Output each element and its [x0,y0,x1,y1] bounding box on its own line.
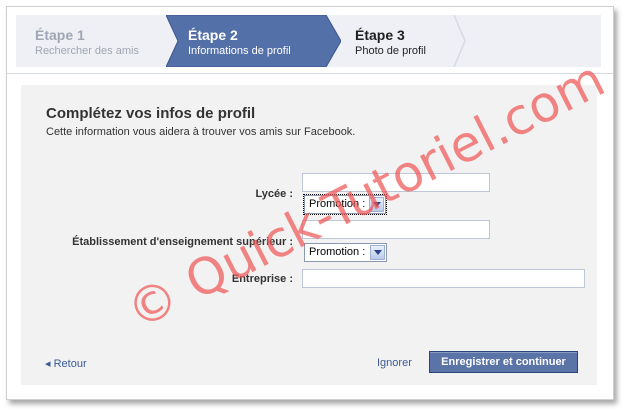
company-label: Entreprise : [231,273,293,285]
step-2-label: Informations de profil [188,45,291,57]
step-1-label: Rechercher des amis [35,45,139,57]
step-1-number: Étape 1 [35,27,85,43]
form-title: Complétez vos infos de profil [46,105,256,122]
company-input[interactable] [302,269,585,288]
back-label: Retour [53,358,87,370]
profile-form-panel: Complétez vos infos de profil Cette info… [21,85,597,385]
back-link[interactable]: ◂ Retour [45,357,87,370]
skip-link[interactable]: Ignorer [377,357,412,369]
step-chevron-icon [453,15,466,67]
save-continue-button[interactable]: Enregistrer et continuer [429,351,578,373]
chevron-down-icon[interactable] [369,197,384,212]
form-description: Cette information vous aidera à trouver … [46,126,356,138]
higher-education-input[interactable] [302,220,490,239]
higher-education-promotion-select[interactable]: Promotion : [304,243,387,262]
chevron-down-icon[interactable] [370,245,385,260]
higher-education-label: Établissement d'enseignement supérieur : [72,236,293,248]
dialog-frame: Étape 1 Rechercher des amis Étape 2 Info… [6,6,614,400]
step-2-active[interactable]: Étape 2 Informations de profil [166,15,341,67]
step-3-number: Étape 3 [355,27,405,43]
step-1[interactable]: Étape 1 Rechercher des amis [16,15,166,67]
lycee-input[interactable] [302,173,490,192]
lycee-promotion-value: Promotion : [309,198,366,210]
step-3-label: Photo de profil [355,45,426,57]
lycee-label: Lycée : [255,188,293,200]
step-2-number: Étape 2 [188,27,238,43]
step-3[interactable]: Étape 3 Photo de profil [341,15,481,67]
divider [7,73,613,74]
higher-education-promotion-value: Promotion : [309,246,366,258]
steps-bar: Étape 1 Rechercher des amis Étape 2 Info… [16,15,601,67]
chevron-left-icon: ◂ [45,358,51,370]
lycee-promotion-select[interactable]: Promotion : [303,194,387,215]
